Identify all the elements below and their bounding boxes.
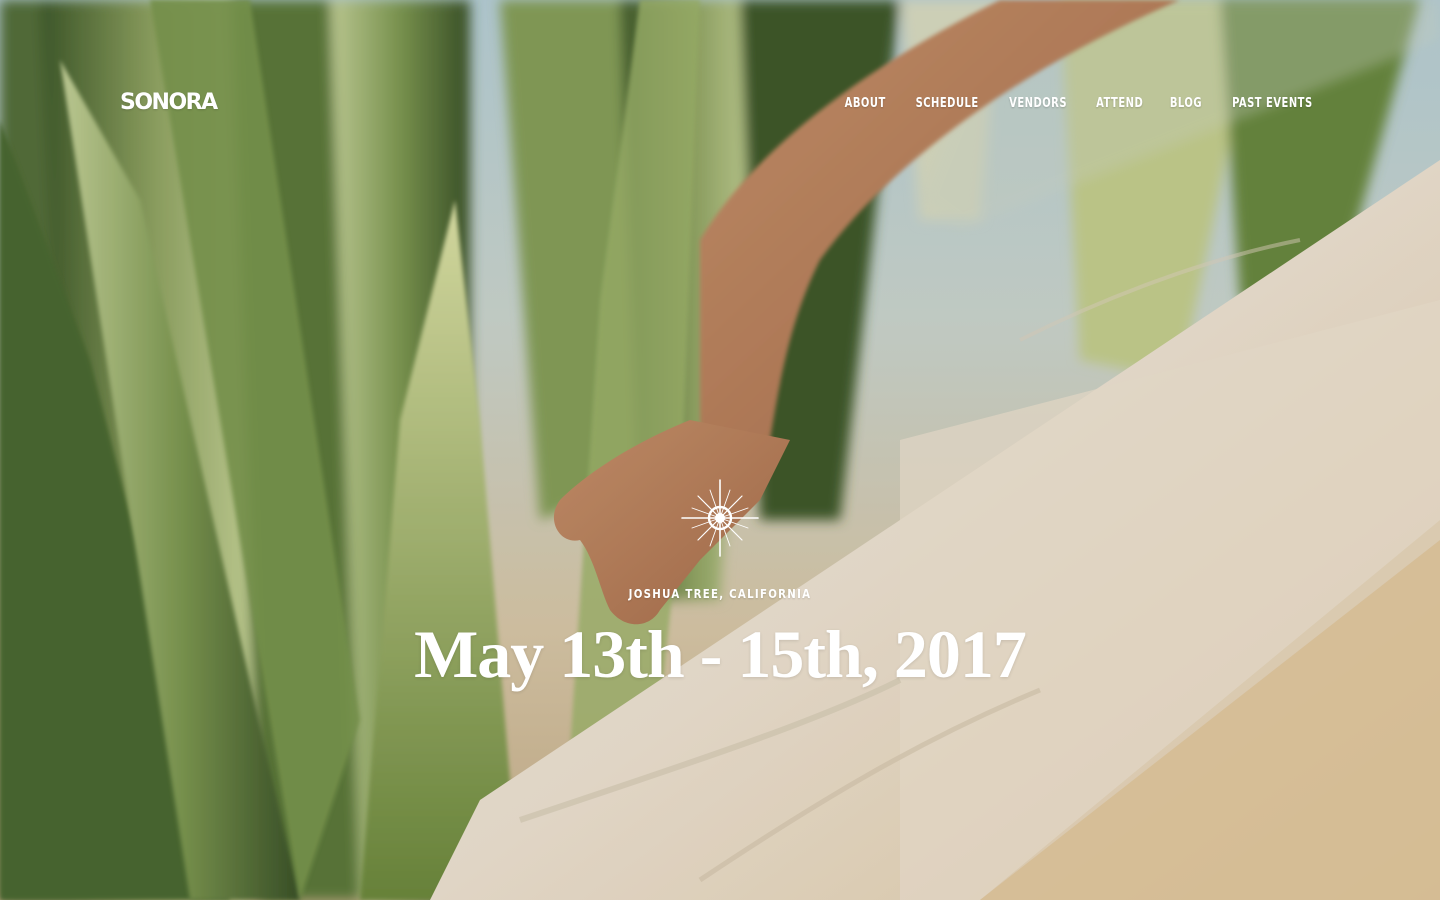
sonora-logo[interactable]: SONORA xyxy=(120,88,218,118)
site-header: SONORA About Schedule Vendors Attend Blo… xyxy=(0,0,1440,200)
nav-item-blog: Blog xyxy=(1167,92,1205,116)
nav-item-about: About xyxy=(841,92,889,116)
sunburst-icon xyxy=(681,479,759,557)
nav-link-vendors[interactable]: Vendors xyxy=(1009,92,1067,116)
nav-item-schedule: Schedule xyxy=(910,92,984,116)
nav-link-about[interactable]: About xyxy=(845,92,886,116)
nav-link-blog[interactable]: Blog xyxy=(1170,92,1202,116)
main-nav: About Schedule Vendors Attend Blog Past … xyxy=(841,92,1320,116)
hero: Joshua Tree, California May 13th - 15th,… xyxy=(0,478,1440,704)
nav-link-attend[interactable]: Attend xyxy=(1096,92,1143,116)
page: SONORA About Schedule Vendors Attend Blo… xyxy=(0,0,1440,900)
nav-item-attend: Attend xyxy=(1092,92,1147,116)
event-dates: May 13th - 15th, 2017 xyxy=(414,616,1027,692)
nav-link-schedule[interactable]: Schedule xyxy=(915,92,978,116)
nav-item-vendors: Vendors xyxy=(1004,92,1072,116)
event-location: Joshua Tree, California xyxy=(628,587,812,601)
nav-link-past-events[interactable]: Past Events xyxy=(1232,92,1313,116)
nav-item-past-events: Past Events xyxy=(1225,92,1320,116)
